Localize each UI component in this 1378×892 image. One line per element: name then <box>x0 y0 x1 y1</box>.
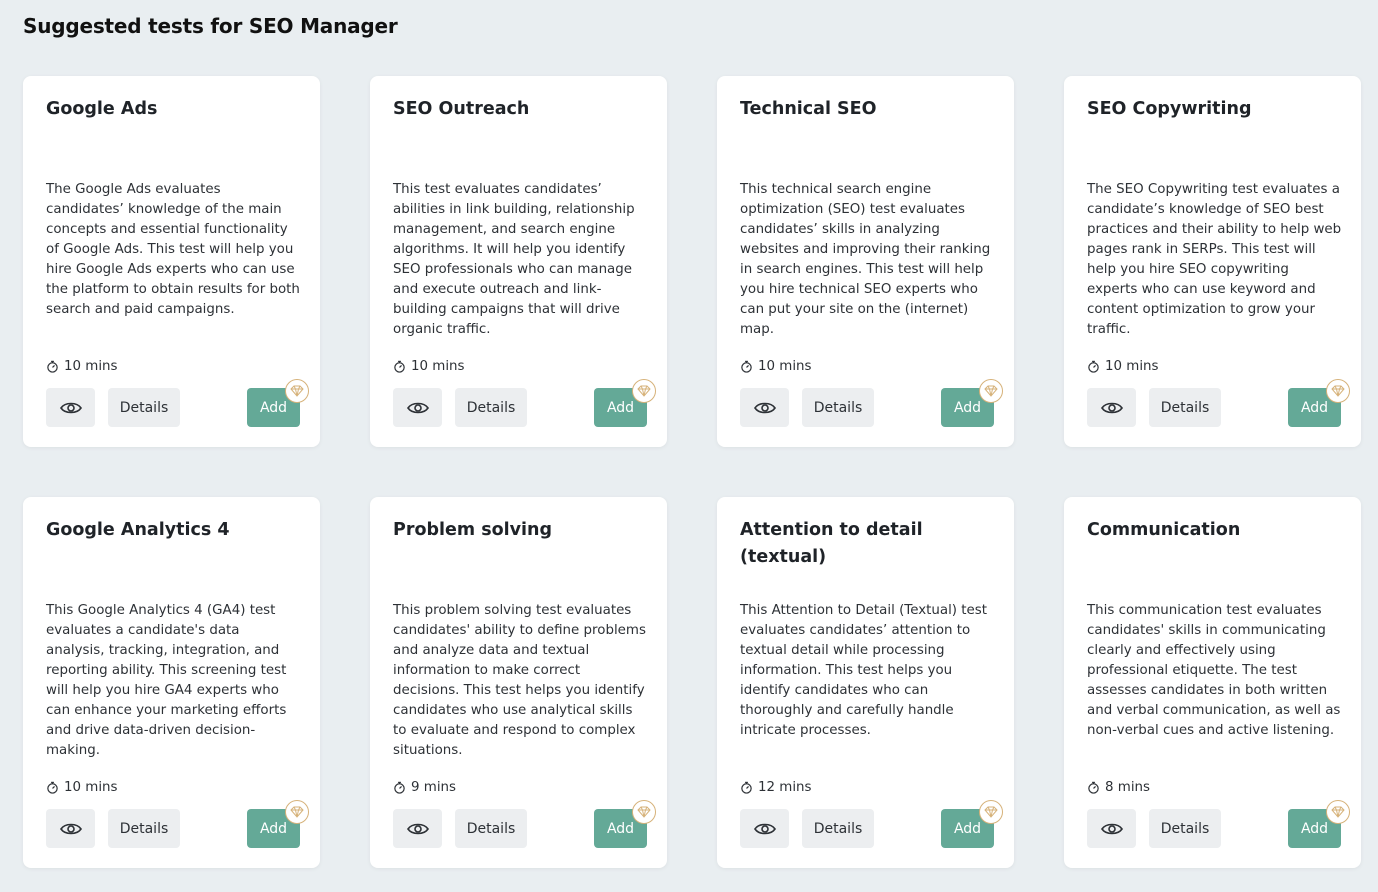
test-card-actions: Details Add <box>393 379 656 427</box>
eye-icon <box>59 402 82 413</box>
test-card-grid: Google Ads The Google Ads evaluates cand… <box>23 76 1361 868</box>
premium-badge <box>1326 379 1350 403</box>
test-card-title: Google Analytics 4 <box>46 520 230 540</box>
diamond-icon <box>637 806 651 818</box>
duration-text: 12 mins <box>758 780 812 795</box>
preview-button[interactable] <box>1087 388 1136 427</box>
test-card-duration: 10 mins <box>740 359 812 374</box>
test-card-actions: Details Add <box>740 800 1003 848</box>
test-card-description: This Google Analytics 4 (GA4) test evalu… <box>46 603 287 758</box>
test-card-title: SEO Outreach <box>393 99 530 119</box>
preview-button[interactable] <box>393 388 442 427</box>
test-card-duration: 9 mins <box>393 780 456 795</box>
premium-badge <box>979 800 1003 824</box>
details-button[interactable]: Details <box>108 388 180 427</box>
preview-button[interactable] <box>1087 809 1136 848</box>
eye-icon <box>59 823 82 834</box>
duration-text: 10 mins <box>64 780 118 795</box>
preview-button[interactable] <box>46 809 95 848</box>
test-card-actions: Details Add <box>46 379 309 427</box>
details-button[interactable]: Details <box>1149 388 1221 427</box>
test-card: SEO Outreach This test evaluates candida… <box>370 76 667 447</box>
test-card-duration: 10 mins <box>46 359 118 374</box>
test-card-actions: Details Add <box>1087 379 1350 427</box>
test-card-description: This test evaluates candidates’ abilitie… <box>393 182 635 337</box>
details-button[interactable]: Details <box>802 809 874 848</box>
test-card-actions: Details Add <box>740 379 1003 427</box>
stopwatch-icon <box>394 360 405 373</box>
test-card-title: Problem solving <box>393 520 553 540</box>
details-button[interactable]: Details <box>108 809 180 848</box>
test-card-duration: 12 mins <box>740 780 812 795</box>
premium-badge <box>979 379 1003 403</box>
eye-icon <box>753 823 776 834</box>
test-card: Google Analytics 4 This Google Analytics… <box>23 497 320 868</box>
test-card-title: Google Ads <box>46 99 158 119</box>
test-card-description: The SEO Copywriting test evaluates a can… <box>1087 182 1342 337</box>
details-button[interactable]: Details <box>802 388 874 427</box>
diamond-icon <box>1331 806 1345 818</box>
duration-text: 10 mins <box>411 359 465 374</box>
diamond-icon <box>637 385 651 397</box>
stopwatch-icon <box>394 781 405 794</box>
stopwatch-icon <box>47 360 58 373</box>
stopwatch-icon <box>1088 360 1099 373</box>
duration-text: 10 mins <box>758 359 812 374</box>
test-card: Technical SEO This technical search engi… <box>717 76 1014 447</box>
eye-icon <box>406 823 429 834</box>
premium-badge <box>285 379 309 403</box>
test-card-title: SEO Copywriting <box>1087 99 1252 119</box>
test-card: Communication This communication test ev… <box>1064 497 1361 868</box>
test-card-duration: 10 mins <box>1087 359 1159 374</box>
stopwatch-icon <box>47 781 58 794</box>
duration-text: 9 mins <box>411 780 457 795</box>
stopwatch-icon <box>741 781 752 794</box>
preview-button[interactable] <box>740 388 789 427</box>
test-card: Problem solving This problem solving tes… <box>370 497 667 868</box>
eye-icon <box>1100 402 1123 413</box>
details-button[interactable]: Details <box>455 388 527 427</box>
test-card-duration: 8 mins <box>1087 780 1150 795</box>
details-button[interactable]: Details <box>455 809 527 848</box>
test-card: Google Ads The Google Ads evaluates cand… <box>23 76 320 447</box>
duration-text: 10 mins <box>64 359 118 374</box>
stopwatch-icon <box>741 360 752 373</box>
test-card-description: This communication test evaluates candid… <box>1087 603 1341 738</box>
diamond-icon <box>984 806 998 818</box>
test-card-duration: 10 mins <box>393 359 465 374</box>
test-card-title: Attention to detail (textual) <box>740 520 923 567</box>
test-card-title: Technical SEO <box>740 99 877 119</box>
test-card-actions: Details Add <box>393 800 656 848</box>
test-card-duration: 10 mins <box>46 780 118 795</box>
premium-badge <box>632 379 656 403</box>
diamond-icon <box>1331 385 1345 397</box>
stopwatch-icon <box>1088 781 1099 794</box>
eye-icon <box>1100 823 1123 834</box>
test-card-description: This technical search engine optimizatio… <box>740 182 991 337</box>
premium-badge <box>632 800 656 824</box>
preview-button[interactable] <box>740 809 789 848</box>
premium-badge <box>285 800 309 824</box>
preview-button[interactable] <box>393 809 442 848</box>
test-card-description: This problem solving test evaluates cand… <box>393 603 646 758</box>
test-card-description: The Google Ads evaluates candidates’ kno… <box>46 182 300 317</box>
test-card-title: Communication <box>1087 520 1241 540</box>
test-card-actions: Details Add <box>1087 800 1350 848</box>
test-card: Attention to detail (textual) This Atten… <box>717 497 1014 868</box>
diamond-icon <box>290 806 304 818</box>
test-card: SEO Copywriting The SEO Copywriting test… <box>1064 76 1361 447</box>
test-card-description: This Attention to Detail (Textual) test … <box>740 603 987 738</box>
test-card-actions: Details Add <box>46 800 309 848</box>
eye-icon <box>406 402 429 413</box>
diamond-icon <box>984 385 998 397</box>
eye-icon <box>753 402 776 413</box>
duration-text: 10 mins <box>1105 359 1159 374</box>
duration-text: 8 mins <box>1105 780 1151 795</box>
details-button[interactable]: Details <box>1149 809 1221 848</box>
premium-badge <box>1326 800 1350 824</box>
page-title: Suggested tests for SEO Manager <box>23 14 398 38</box>
diamond-icon <box>290 385 304 397</box>
preview-button[interactable] <box>46 388 95 427</box>
